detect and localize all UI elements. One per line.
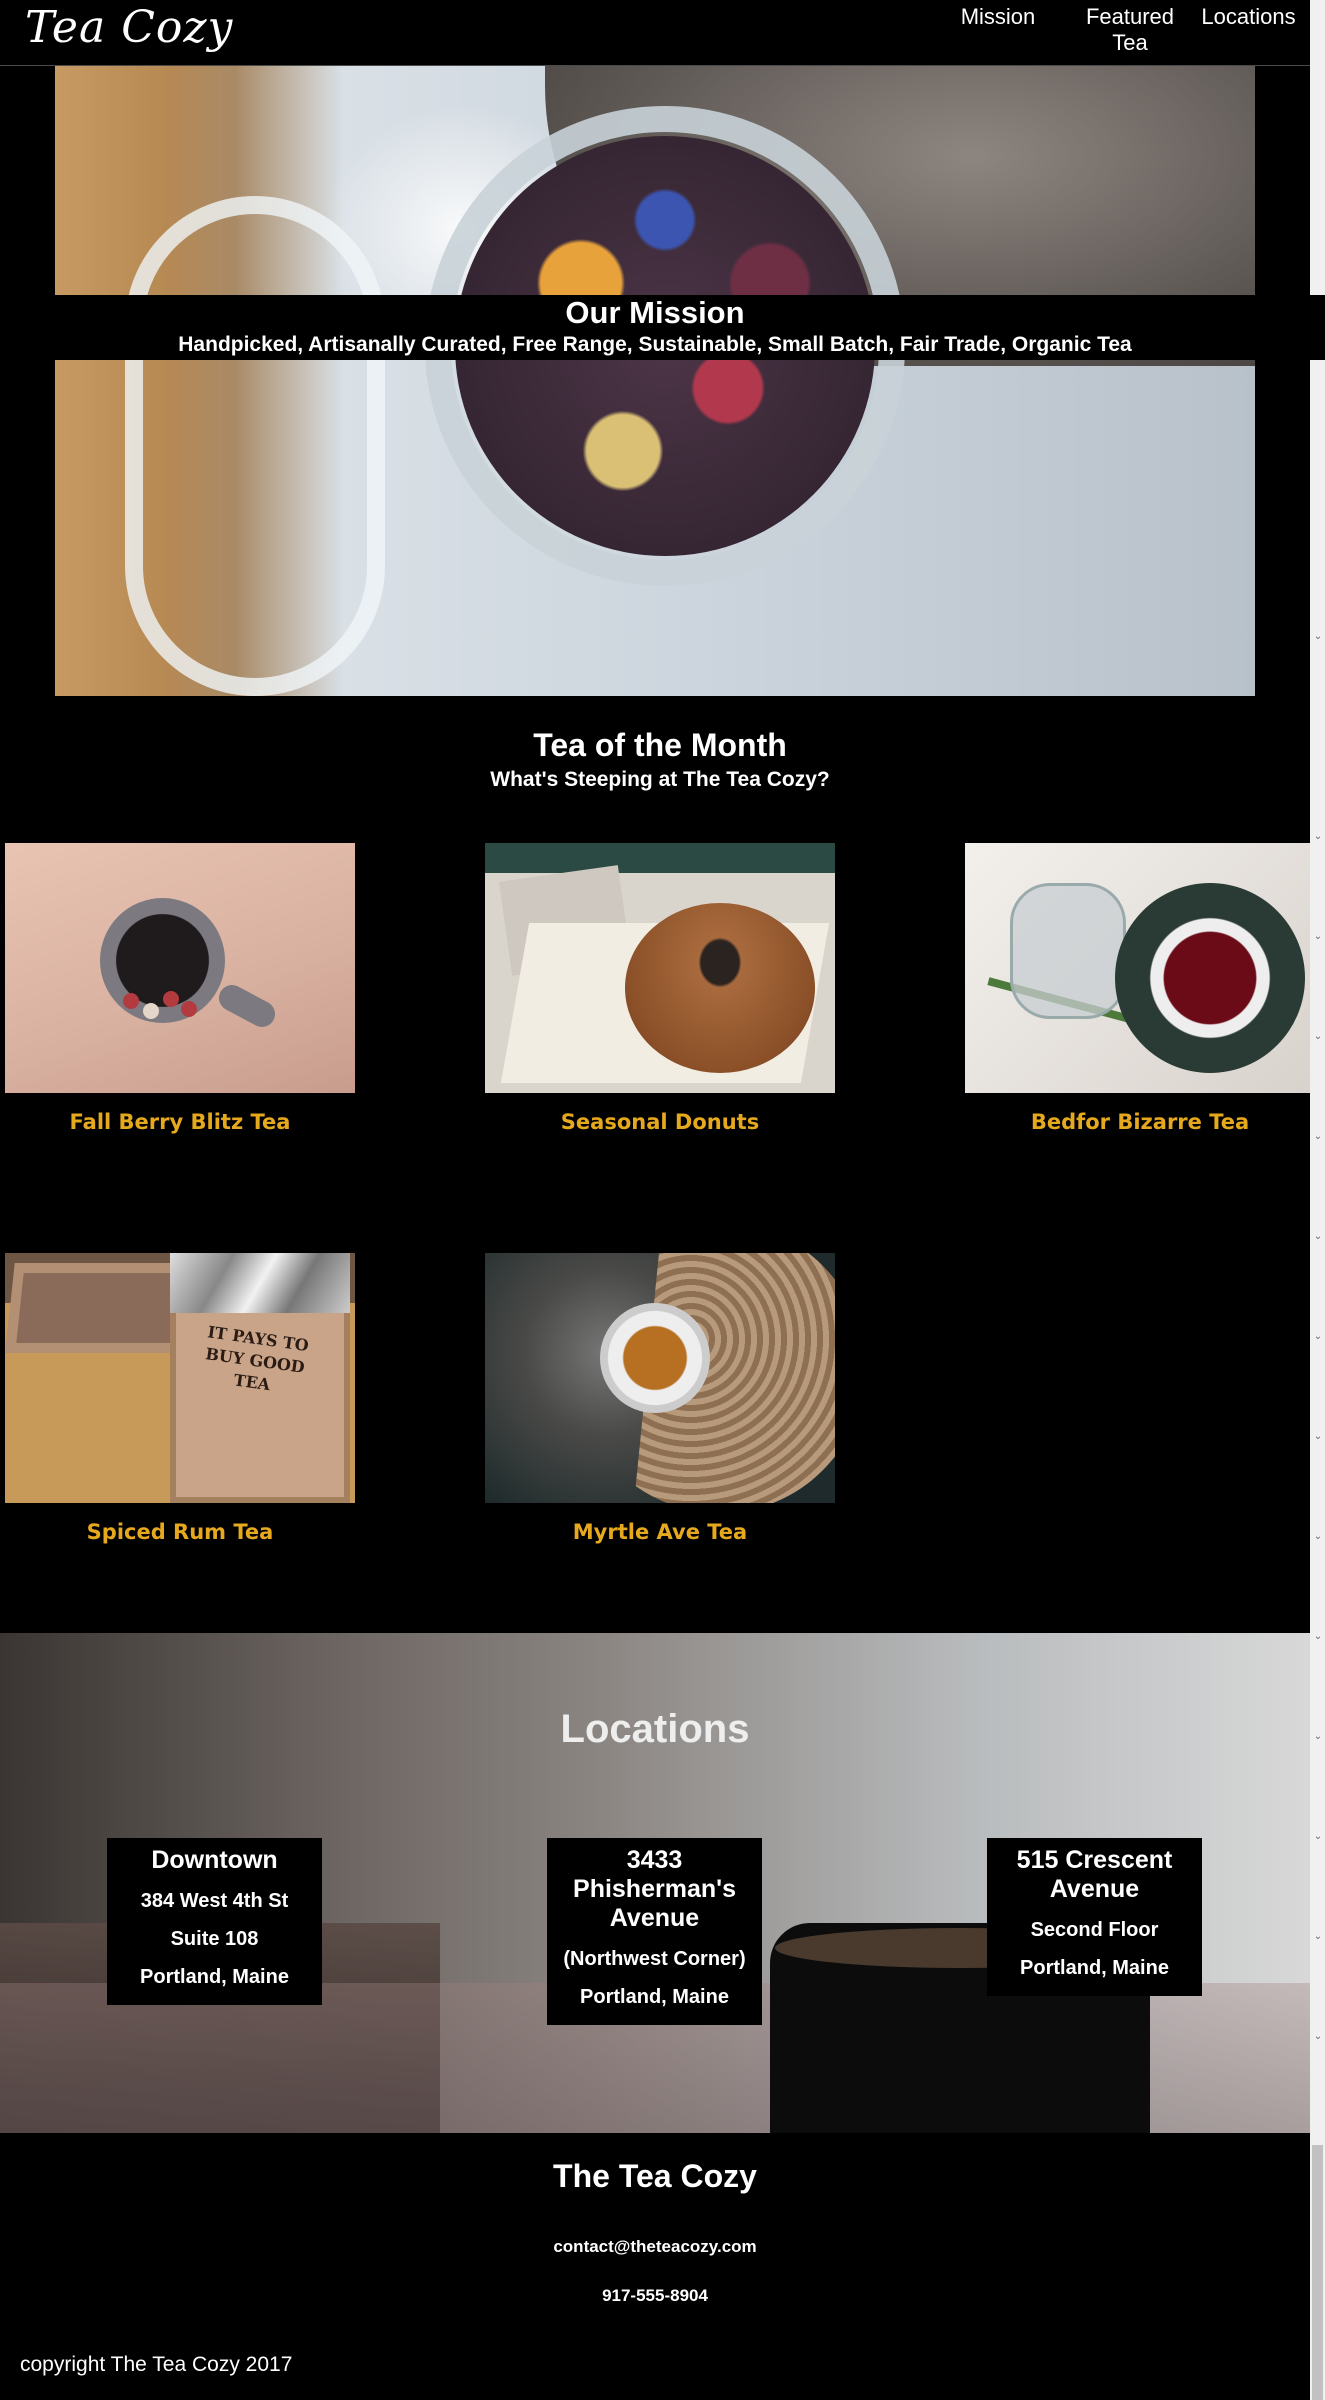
nav-locations[interactable]: Locations	[1196, 4, 1301, 30]
foil-graphic	[170, 1253, 350, 1313]
scrollbar-thumb[interactable]	[1312, 2145, 1323, 2400]
tea-name[interactable]: Myrtle Ave Tea	[485, 1520, 835, 1544]
chevron-down-icon: ⌄	[1313, 2031, 1323, 2042]
chevron-down-icon: ⌄	[1313, 1431, 1323, 1442]
footer-email-link[interactable]: contact@theteacozy.com	[0, 2237, 1310, 2257]
footer-phone: 917-555-8904	[602, 2286, 708, 2305]
locations-title: Locations	[560, 1707, 750, 1751]
seasonal-donuts-image	[485, 843, 835, 1093]
chevron-down-icon: ⌄	[1313, 1131, 1323, 1142]
chevron-down-icon: ⌄	[1313, 1631, 1323, 1642]
tea-card-fall-berry-blitz[interactable]: Fall Berry Blitz Tea	[5, 843, 355, 1134]
copyright-text: copyright The Tea Cozy 2017	[20, 2353, 293, 2376]
chevron-down-icon: ⌄	[1313, 1531, 1323, 1542]
chevron-down-icon: ⌄	[1313, 1731, 1323, 1742]
tea-card-spiced-rum[interactable]: IT PAYS TO BUY GOOD TEA Spiced Rum Tea	[5, 1253, 355, 1544]
tea-of-month-subtitle: What's Steeping at The Tea Cozy?	[490, 768, 830, 791]
mission-hero-image	[55, 66, 1255, 696]
tea-name[interactable]: Spiced Rum Tea	[5, 1520, 355, 1544]
location-address-line: Suite 108	[170, 1928, 259, 1950]
location-address-line: (Northwest Corner)	[563, 1948, 746, 1970]
tea-card-bedfor-bizarre[interactable]: Bedfor Bizarre Tea	[965, 843, 1315, 1134]
berry-graphic	[181, 1001, 197, 1017]
tea-name[interactable]: Fall Berry Blitz Tea	[5, 1110, 355, 1134]
mission-title: Our Mission	[565, 295, 745, 330]
location-address-line: Portland, Maine	[1020, 1957, 1169, 1979]
chevron-down-icon: ⌄	[1313, 1231, 1323, 1242]
berry-graphic	[123, 993, 139, 1009]
glass-jar-graphic	[1010, 883, 1126, 1019]
teacup-graphic	[600, 1303, 710, 1413]
berry-graphic	[163, 991, 179, 1007]
mug-handle-graphic	[214, 980, 280, 1032]
site-header: Tea Cozy Mission Featured Tea Locations	[0, 0, 1310, 66]
chevron-down-icon: ⌄	[1313, 631, 1323, 642]
tea-of-month-title: Tea of the Month	[533, 727, 787, 763]
location-name: 515 Crescent Avenue	[1016, 1846, 1173, 1903]
locations-section: Locations Downtown 384 West 4th St Suite…	[0, 1633, 1310, 2133]
berry-graphic	[143, 1003, 159, 1019]
nav-featured-tea[interactable]: Featured Tea	[1080, 4, 1180, 56]
location-address-line: Second Floor	[1030, 1919, 1159, 1941]
mug-graphic	[100, 898, 225, 1023]
location-card-crescent: 515 Crescent Avenue Second Floor Portlan…	[987, 1838, 1202, 1996]
chevron-down-icon: ⌄	[1313, 1331, 1323, 1342]
chevron-down-icon: ⌄	[1313, 931, 1323, 942]
chevron-down-icon: ⌄	[1313, 1031, 1323, 1042]
chevron-down-icon: ⌄	[1313, 1931, 1323, 1942]
fall-berry-blitz-image	[5, 843, 355, 1093]
tea-card-myrtle-ave[interactable]: Myrtle Ave Tea	[485, 1253, 835, 1544]
location-address-line: Portland, Maine	[580, 1986, 729, 2008]
nav-mission[interactable]: Mission	[948, 4, 1048, 30]
bedfor-bizarre-image	[965, 843, 1315, 1093]
location-card-downtown: Downtown 384 West 4th St Suite 108 Portl…	[107, 1838, 322, 2005]
tea-name[interactable]: Seasonal Donuts	[485, 1110, 835, 1134]
location-name: Downtown	[151, 1846, 278, 1874]
location-name: 3433 Phisherman's Avenue	[573, 1846, 736, 1932]
mission-subtitle: Handpicked, Artisanally Curated, Free Ra…	[178, 333, 1132, 356]
tea-card-seasonal-donuts[interactable]: Seasonal Donuts	[485, 843, 835, 1134]
spiced-rum-image: IT PAYS TO BUY GOOD TEA	[5, 1253, 355, 1503]
tea-name[interactable]: Bedfor Bizarre Tea	[965, 1110, 1315, 1134]
location-address-line: 384 West 4th St	[140, 1890, 289, 1912]
donut-graphic	[625, 903, 815, 1073]
location-card-phisherman: 3433 Phisherman's Avenue (Northwest Corn…	[547, 1838, 762, 2025]
footer-title: The Tea Cozy	[553, 2158, 757, 2194]
site-logo[interactable]: Tea Cozy	[25, 2, 233, 53]
myrtle-ave-image	[485, 1253, 835, 1503]
chevron-down-icon: ⌄	[1313, 1831, 1323, 1842]
teacup-graphic	[1115, 883, 1305, 1073]
location-address-line: Portland, Maine	[140, 1966, 289, 1988]
chevron-down-icon: ⌄	[1313, 831, 1323, 842]
jar-lid-graphic	[125, 196, 385, 696]
